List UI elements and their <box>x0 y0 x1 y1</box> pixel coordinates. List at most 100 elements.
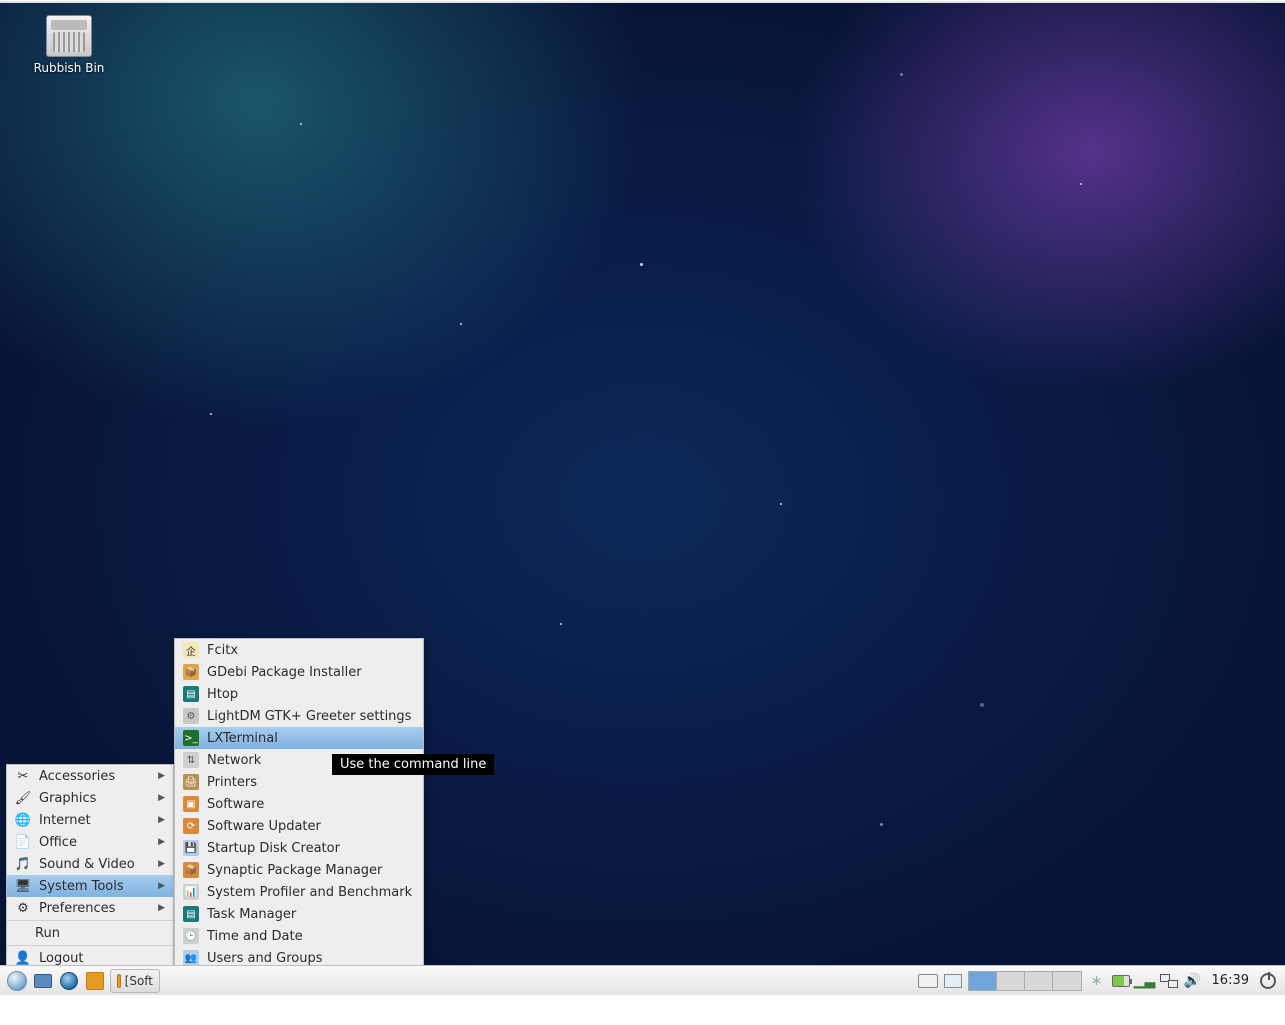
battery-indicator[interactable] <box>1112 972 1130 990</box>
submenu-label: Htop <box>207 687 238 702</box>
submenu-item-profiler[interactable]: 📊 System Profiler and Benchmark <box>175 881 423 903</box>
menu-category-preferences[interactable]: ⚙ Preferences ▶ <box>7 897 173 919</box>
menu-category-accessories[interactable]: ✂ Accessories ▶ <box>7 765 173 787</box>
menu-label: Preferences <box>39 901 115 916</box>
power-icon <box>1260 973 1276 989</box>
submenu-arrow-icon: ▶ <box>158 903 165 913</box>
bluetooth-indicator[interactable]: ∗ <box>1088 972 1106 990</box>
lightdm-icon: ⚙ <box>183 708 199 724</box>
fcitx-icon: 企 <box>183 642 199 658</box>
desktop[interactable]: Rubbish Bin ✂ Accessories ▶ 🖌 Graphics ▶… <box>0 0 1285 995</box>
submenu-item-htop[interactable]: ▤ Htop <box>175 683 423 705</box>
task-manager-icon: ▤ <box>183 906 199 922</box>
desktop-icon-rubbish-bin[interactable]: Rubbish Bin <box>26 15 112 75</box>
workspace-1[interactable] <box>969 972 997 990</box>
taskbar-window-button[interactable]: [Soft <box>110 969 160 993</box>
submenu-item-lightdm[interactable]: ⚙ LightDM GTK+ Greeter settings <box>175 705 423 727</box>
submenu-arrow-icon: ▶ <box>158 793 165 803</box>
submenu-arrow-icon: ▶ <box>158 837 165 847</box>
printers-icon: 🖨 <box>183 774 199 790</box>
file-manager-launcher[interactable] <box>30 968 56 994</box>
application-menu: ✂ Accessories ▶ 🖌 Graphics ▶ 🌐 Internet … <box>6 764 174 970</box>
submenu-label: Synaptic Package Manager <box>207 863 382 878</box>
workspace-4[interactable] <box>1053 972 1081 990</box>
menu-category-office[interactable]: 📄 Office ▶ <box>7 831 173 853</box>
submenu-label: Software Updater <box>207 819 321 834</box>
window-pin-icon <box>944 974 962 988</box>
workspace-3[interactable] <box>1025 972 1053 990</box>
menu-category-internet[interactable]: 🌐 Internet ▶ <box>7 809 173 831</box>
menu-label: Graphics <box>39 791 96 806</box>
menu-label: Office <box>39 835 77 850</box>
task-window-icon <box>117 974 121 988</box>
menu-category-sound-video[interactable]: 🎵 Sound & Video ▶ <box>7 853 173 875</box>
submenu-label: LXTerminal <box>207 731 278 746</box>
menu-separator <box>7 945 173 946</box>
synaptic-icon: 📦 <box>183 862 199 878</box>
browser-icon <box>60 972 78 990</box>
panel: [Soft ∗ ▁▃ 🔊 16:39 <box>0 965 1285 995</box>
graphics-icon: 🖌 <box>15 790 31 806</box>
submenu-item-task-manager[interactable]: ▤ Task Manager <box>175 903 423 925</box>
clock[interactable]: 16:39 <box>1208 973 1253 988</box>
submenu-item-software[interactable]: ▣ Software <box>175 793 423 815</box>
sound-video-icon: 🎵 <box>15 856 31 872</box>
internet-icon: 🌐 <box>15 812 31 828</box>
network-icon <box>1160 974 1178 988</box>
preferences-icon: ⚙ <box>15 900 31 916</box>
menu-category-system-tools[interactable]: 🖥 System Tools ▶ <box>7 875 173 897</box>
task-window-label: [Soft <box>125 974 153 988</box>
submenu-arrow-icon: ▶ <box>158 771 165 781</box>
submenu-item-gdebi[interactable]: 📦 GDebi Package Installer <box>175 661 423 683</box>
submenu-label: Startup Disk Creator <box>207 841 340 856</box>
system-tray: ∗ ▁▃ 🔊 16:39 <box>918 971 1285 991</box>
submenu-item-startup-disk[interactable]: 💾 Startup Disk Creator <box>175 837 423 859</box>
menu-label: Accessories <box>39 769 115 784</box>
cpu-monitor[interactable]: ▁▃ <box>1136 972 1154 990</box>
submenu-item-time-date[interactable]: 🕒 Time and Date <box>175 925 423 947</box>
window-pin-indicator[interactable] <box>944 974 962 988</box>
submenu-arrow-icon: ▶ <box>158 815 165 825</box>
submenu-label: Network <box>207 753 261 768</box>
submenu-label: Time and Date <box>207 929 303 944</box>
software-icon: ▣ <box>183 796 199 812</box>
start-icon <box>7 971 27 991</box>
menu-item-run[interactable]: Run <box>7 922 173 944</box>
system-tools-icon: 🖥 <box>15 878 31 894</box>
profiler-icon: 📊 <box>183 884 199 900</box>
volume-indicator[interactable]: 🔊 <box>1184 972 1202 990</box>
submenu-label: Printers <box>207 775 257 790</box>
menu-label: Sound & Video <box>39 857 135 872</box>
iconify-windows-button[interactable] <box>82 968 108 994</box>
tooltip: Use the command line <box>332 754 494 775</box>
submenu-label: GDebi Package Installer <box>207 665 362 680</box>
menu-category-graphics[interactable]: 🖌 Graphics ▶ <box>7 787 173 809</box>
network-indicator[interactable] <box>1160 972 1178 990</box>
submenu-arrow-icon: ▶ <box>158 859 165 869</box>
submenu-item-fcitx[interactable]: 企 Fcitx <box>175 639 423 661</box>
htop-icon: ▤ <box>183 686 199 702</box>
system-tools-submenu: 企 Fcitx 📦 GDebi Package Installer ▤ Htop… <box>174 638 424 970</box>
start-menu-button[interactable] <box>4 968 30 994</box>
submenu-arrow-icon: ▶ <box>158 881 165 891</box>
keyboard-indicator[interactable] <box>918 974 938 988</box>
submenu-item-synaptic[interactable]: 📦 Synaptic Package Manager <box>175 859 423 881</box>
battery-icon <box>1112 975 1130 987</box>
logout-icon: 👤 <box>15 950 31 966</box>
file-manager-icon <box>34 974 52 988</box>
accessories-icon: ✂ <box>15 768 31 784</box>
network-icon: ⇅ <box>183 752 199 768</box>
submenu-item-lxterminal[interactable]: >_ LXTerminal <box>175 727 423 749</box>
trash-icon <box>46 15 92 57</box>
submenu-label: Task Manager <box>207 907 296 922</box>
power-button[interactable] <box>1259 972 1277 990</box>
iconify-icon <box>86 972 104 990</box>
menu-separator <box>7 920 173 921</box>
web-browser-launcher[interactable] <box>56 968 82 994</box>
time-date-icon: 🕒 <box>183 928 199 944</box>
desktop-icon-label: Rubbish Bin <box>26 61 112 75</box>
workspace-2[interactable] <box>997 972 1025 990</box>
submenu-item-software-updater[interactable]: ⟳ Software Updater <box>175 815 423 837</box>
submenu-label: System Profiler and Benchmark <box>207 885 412 900</box>
menu-label: System Tools <box>39 879 124 894</box>
